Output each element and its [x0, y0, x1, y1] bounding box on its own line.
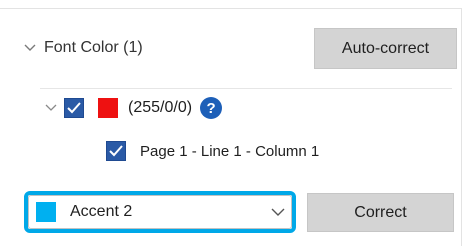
color-value: (255/0/0) [128, 99, 193, 116]
correct-button[interactable]: Correct [307, 193, 454, 232]
chevron-down-icon[interactable] [44, 101, 58, 115]
location-item-row: Page 1 - Line 1 - Column 1 [106, 138, 319, 164]
chevron-down-icon[interactable] [22, 40, 38, 56]
section-title: Font Color (1) [44, 39, 143, 56]
color-item-checkbox[interactable] [64, 98, 84, 118]
color-item-row: (255/0/0) ? [44, 94, 223, 122]
auto-correct-button[interactable]: Auto-correct [314, 28, 457, 69]
font-color-section-header[interactable]: Font Color (1) [22, 34, 143, 62]
right-divider [461, 8, 462, 246]
location-text[interactable]: Page 1 - Line 1 - Column 1 [140, 143, 319, 160]
selected-color-label: Accent 2 [70, 203, 133, 220]
replacement-color-dropdown[interactable]: Accent 2 [24, 191, 296, 233]
section-divider [40, 88, 452, 89]
top-divider [0, 8, 462, 9]
checkmark-icon [67, 102, 81, 114]
location-item-checkbox[interactable] [106, 141, 126, 161]
checkmark-icon [109, 145, 123, 157]
color-swatch [98, 98, 118, 118]
selected-color-swatch [36, 202, 56, 222]
chevron-down-icon[interactable] [270, 204, 286, 220]
help-icon[interactable]: ? [200, 97, 223, 119]
font-color-panel: Font Color (1) Auto-correct (255/0/0) ? … [0, 0, 468, 246]
dropdown-border [28, 195, 292, 229]
